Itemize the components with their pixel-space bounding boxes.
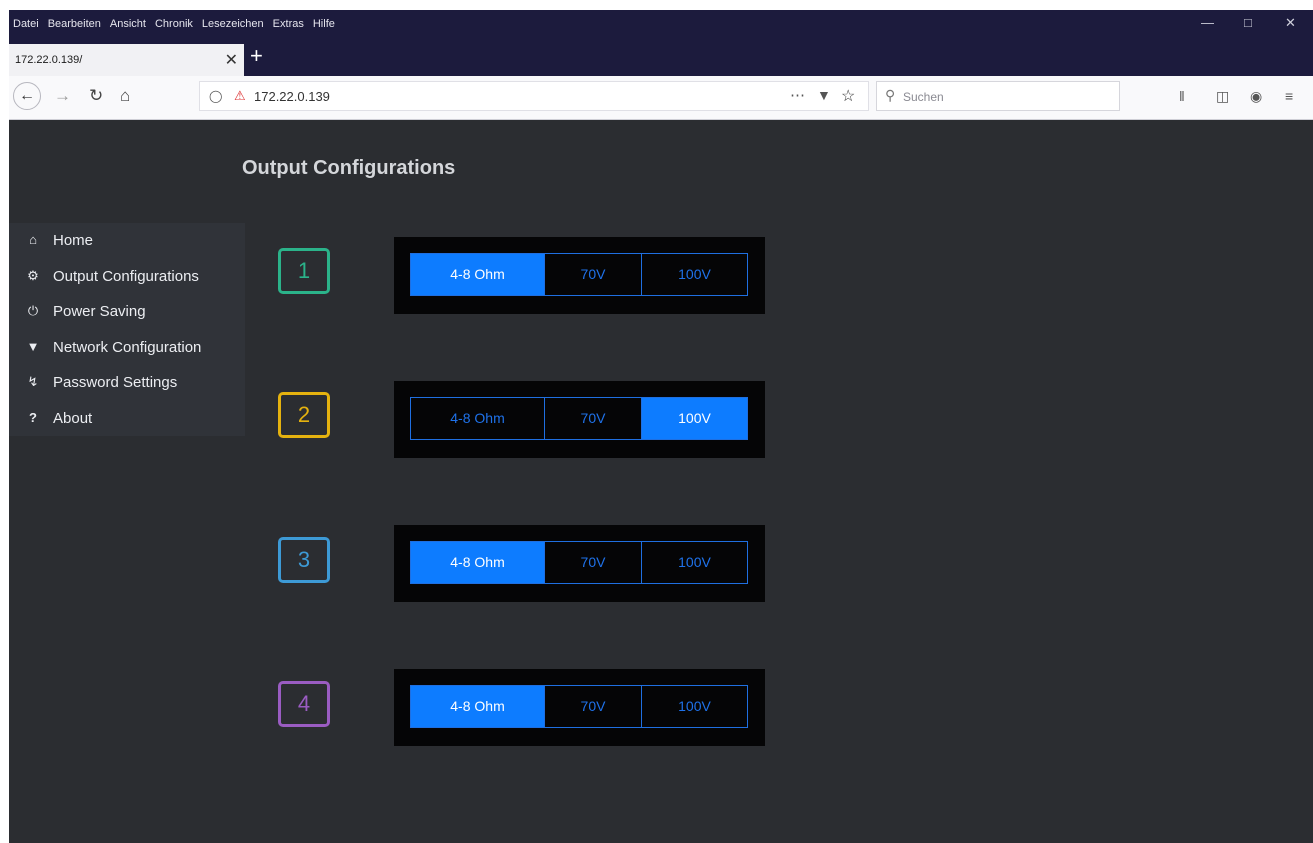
search-input[interactable]: ⚲ Suchen [876,81,1120,111]
mode-button-100v[interactable]: 100V [641,254,747,295]
browser-tab[interactable]: 172.22.0.139/ ✕ [9,44,244,76]
mode-button-70v[interactable]: 70V [544,686,641,727]
menu-ansicht[interactable]: Ansicht [110,18,146,30]
menu-extras[interactable]: Extras [273,18,304,30]
sidebar-item-label: Password Settings [53,374,178,391]
tab-title: 172.22.0.139/ [15,54,83,66]
minimize-icon[interactable]: — [1201,15,1214,30]
output-number-badge: 2 [278,392,330,438]
menu-datei[interactable]: Datei [13,18,39,30]
navigation-bar: ← → ↻ ⌂ ◯ ⚠ 172.22.0.139 ⋯ ▼ ☆ ⚲ Suchen … [9,76,1313,120]
output-number-badge: 3 [278,537,330,583]
page-title: Output Configurations [242,157,456,179]
output-mode-selector: 4-8 Ohm 70V 100V [410,253,748,296]
url-bar[interactable]: ◯ ⚠ 172.22.0.139 ⋯ ▼ ☆ [199,81,869,111]
sidebar-item-home[interactable]: ⌂ Home [9,223,245,259]
sidebar-item-about[interactable]: ? About [9,400,245,436]
output-mode-selector: 4-8 Ohm 70V 100V [410,397,748,440]
search-placeholder: Suchen [903,90,944,104]
sidebar-toggle-icon[interactable]: ◫ [1216,88,1229,105]
mode-button-70v[interactable]: 70V [544,542,641,583]
output-mode-panel: 4-8 Ohm 70V 100V [394,669,765,746]
mode-button-100v[interactable]: 100V [641,542,747,583]
output-mode-panel: 4-8 Ohm 70V 100V [394,237,765,314]
page-content: Output Configurations ⌂ Home ⚙ Output Co… [9,120,1313,843]
mode-button-4-8-ohm[interactable]: 4-8 Ohm [411,254,544,295]
home-icon: ⌂ [29,232,37,247]
output-mode-panel: 4-8 Ohm 70V 100V [394,525,765,602]
sidebar: ⌂ Home ⚙ Output Configurations ⏻ Power S… [9,223,245,436]
insecure-lock-icon[interactable]: ⚠ [234,88,246,104]
page-actions-icon[interactable]: ⋯ [790,86,805,104]
mode-button-70v[interactable]: 70V [544,398,641,439]
library-icon[interactable]: ‖ [1179,88,1185,104]
key-icon: ↯ [27,374,39,389]
tracking-shield-icon[interactable]: ◯ [209,89,222,103]
sidebar-item-label: Power Saving [53,303,146,320]
sidebar-item-output-configurations[interactable]: ⚙ Output Configurations [9,258,245,294]
sidebar-item-power-saving[interactable]: ⏻ Power Saving [9,294,245,330]
back-icon[interactable]: ← [13,82,41,110]
url-text[interactable]: 172.22.0.139 [254,89,330,104]
output-number-badge: 4 [278,681,330,727]
home-page-icon[interactable]: ⌂ [120,86,130,106]
browser-window: Datei Bearbeiten Ansicht Chronik Lesezei… [9,10,1313,843]
power-icon: ⏻ [27,303,39,318]
mode-button-4-8-ohm[interactable]: 4-8 Ohm [411,686,544,727]
mode-button-100v[interactable]: 100V [641,398,747,439]
question-icon: ? [29,409,37,425]
account-icon[interactable]: ◉ [1250,88,1262,105]
sidebar-item-label: About [53,409,93,427]
mode-button-4-8-ohm[interactable]: 4-8 Ohm [411,398,544,439]
wifi-icon: ▼ [26,338,40,354]
sidebar-item-label: Network Configuration [53,338,202,356]
bookmark-star-icon[interactable]: ☆ [841,86,855,106]
sidebar-item-password-settings[interactable]: ↯ Password Settings [9,365,245,401]
menu-bar: Datei Bearbeiten Ansicht Chronik Lesezei… [9,10,1313,39]
menu-chronik[interactable]: Chronik [155,18,193,30]
menu-hilfe[interactable]: Hilfe [313,18,335,30]
output-mode-panel: 4-8 Ohm 70V 100V [394,381,765,458]
reload-icon[interactable]: ↻ [89,86,103,106]
close-tab-icon[interactable]: ✕ [225,50,238,70]
mode-button-70v[interactable]: 70V [544,254,641,295]
sidebar-item-label: Home [53,232,94,249]
pocket-icon[interactable]: ▼ [817,87,831,103]
maximize-icon[interactable]: □ [1244,15,1252,30]
menu-bearbeiten[interactable]: Bearbeiten [48,18,101,30]
tab-bar: 172.22.0.139/ ✕ + [9,39,1313,76]
mode-button-4-8-ohm[interactable]: 4-8 Ohm [411,542,544,583]
output-number-badge: 1 [278,248,330,294]
output-mode-selector: 4-8 Ohm 70V 100V [410,541,748,584]
mode-button-100v[interactable]: 100V [641,686,747,727]
sidebar-item-network-configuration[interactable]: ▼ Network Configuration [9,329,245,365]
search-icon: ⚲ [885,87,896,103]
gear-icon: ⚙ [27,267,39,283]
sidebar-item-label: Output Configurations [53,267,199,285]
hamburger-menu-icon[interactable]: ≡ [1285,88,1293,104]
new-tab-icon[interactable]: + [250,43,263,69]
forward-icon[interactable]: → [54,86,71,106]
output-mode-selector: 4-8 Ohm 70V 100V [410,685,748,728]
close-window-icon[interactable]: ✕ [1285,15,1296,31]
menu-lesezeichen[interactable]: Lesezeichen [202,18,264,30]
